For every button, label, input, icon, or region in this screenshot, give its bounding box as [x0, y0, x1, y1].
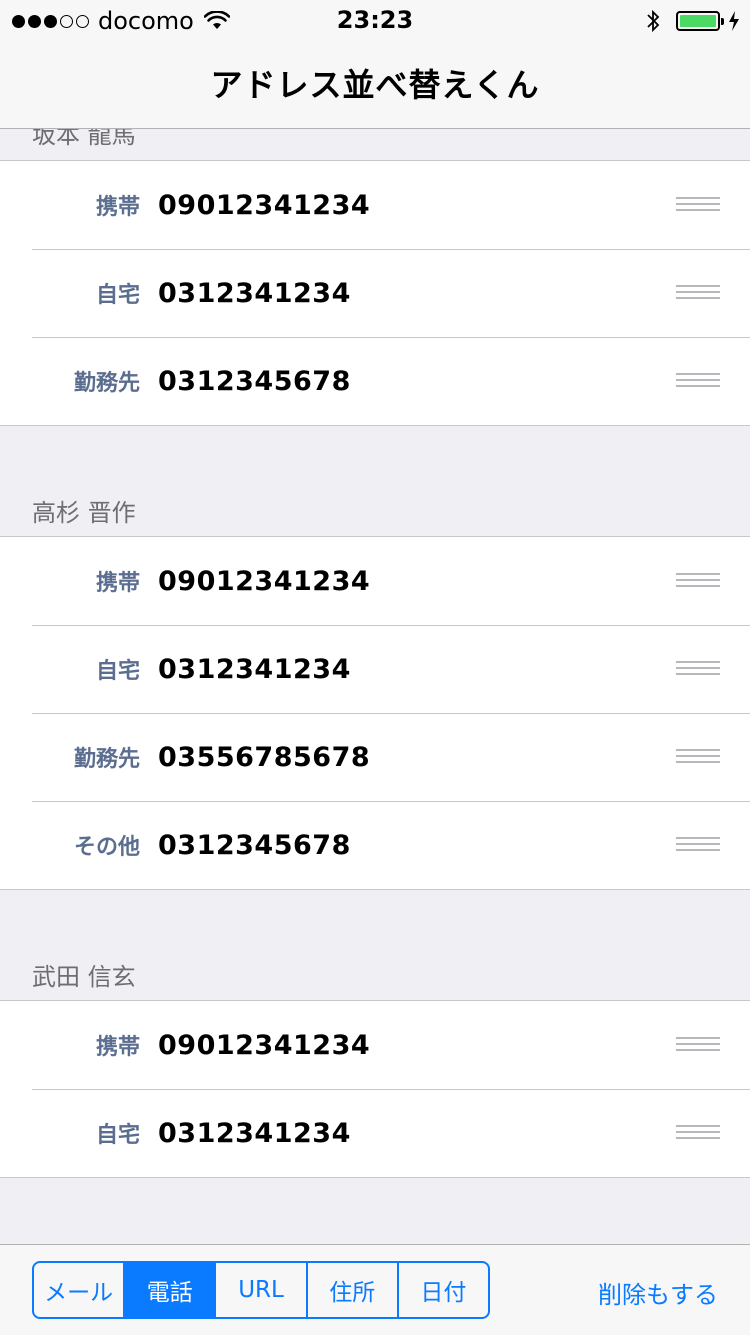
- phone-row[interactable]: 勤務先 0312345678: [0, 337, 750, 425]
- phone-label: 携帯: [95, 1035, 140, 1060]
- section-header: 坂本 龍馬: [32, 129, 136, 149]
- phone-row[interactable]: 携帯 09012341234: [0, 1001, 750, 1089]
- segment-phone[interactable]: 電話: [123, 1263, 215, 1317]
- battery-icon: [676, 11, 724, 31]
- phone-label: 勤務先: [73, 371, 140, 396]
- section-header: 高杉 晋作: [32, 499, 136, 527]
- phone-label: 自宅: [95, 283, 140, 308]
- segment-url[interactable]: URL: [214, 1263, 305, 1317]
- phone-label: 携帯: [95, 195, 140, 220]
- reorder-handle-icon[interactable]: [676, 1125, 720, 1141]
- phone-number: 03556785678: [158, 741, 371, 773]
- status-time: 23:23: [336, 6, 414, 34]
- reorder-handle-icon[interactable]: [676, 373, 720, 389]
- type-segmented-control: メール 電話 URL 住所 日付: [32, 1261, 490, 1319]
- phone-label: 自宅: [95, 1123, 140, 1148]
- phone-row[interactable]: 携帯 09012341234: [0, 161, 750, 249]
- phone-label: 自宅: [95, 659, 140, 684]
- battery-cap: [721, 18, 724, 25]
- reorder-handle-icon[interactable]: [676, 573, 720, 589]
- bottom-toolbar: メール 電話 URL 住所 日付 削除もする: [0, 1244, 750, 1335]
- phone-label: 勤務先: [73, 747, 140, 772]
- charging-bolt-icon: [729, 11, 739, 31]
- page-title: アドレス並べ替えくん: [210, 66, 540, 104]
- phone-row[interactable]: 携帯 09012341234: [0, 537, 750, 625]
- section-header: 武田 信玄: [32, 963, 136, 991]
- phone-label: その他: [73, 835, 140, 860]
- reorder-handle-icon[interactable]: [676, 837, 720, 853]
- reorder-handle-icon[interactable]: [676, 1037, 720, 1053]
- battery-fill: [680, 15, 716, 27]
- segment-address[interactable]: 住所: [305, 1263, 397, 1317]
- phone-row[interactable]: 自宅 0312341234: [0, 1089, 750, 1177]
- phone-number: 0312341234: [158, 277, 351, 309]
- delete-also-button[interactable]: 削除もする: [598, 1275, 718, 1310]
- phone-row[interactable]: 勤務先 03556785678: [0, 713, 750, 801]
- phone-number: 09012341234: [158, 189, 371, 221]
- reorder-handle-icon[interactable]: [676, 661, 720, 677]
- phone-group: 携帯 09012341234 自宅 0312341234 勤務先 0355678…: [0, 536, 750, 890]
- segment-date[interactable]: 日付: [396, 1263, 488, 1317]
- phone-group: 携帯 09012341234 自宅 0312341234 勤務先 0312345…: [0, 160, 750, 426]
- phone-row[interactable]: その他 0312345678: [0, 801, 750, 889]
- segment-mail[interactable]: メール: [34, 1263, 123, 1317]
- reorder-handle-icon[interactable]: [676, 197, 720, 213]
- reorder-handle-icon[interactable]: [676, 285, 720, 301]
- phone-label: 携帯: [95, 571, 140, 596]
- phone-number: 09012341234: [158, 565, 371, 597]
- phone-number: 0312345678: [158, 829, 351, 861]
- navigation-bar: アドレス並べ替えくん: [0, 40, 750, 129]
- status-right: [646, 7, 740, 35]
- reorder-handle-icon[interactable]: [676, 749, 720, 765]
- phone-number: 0312345678: [158, 365, 351, 397]
- phone-number: 0312341234: [158, 1117, 351, 1149]
- contact-list[interactable]: 坂本 龍馬 携帯 09012341234 自宅 0312341234 勤務先 0…: [0, 129, 750, 1244]
- status-bar: docomo 23:23: [0, 0, 750, 40]
- bluetooth-icon: [647, 9, 660, 33]
- phone-number: 0312341234: [158, 653, 351, 685]
- phone-number: 09012341234: [158, 1029, 371, 1061]
- phone-row[interactable]: 自宅 0312341234: [0, 249, 750, 337]
- phone-group: 携帯 09012341234 自宅 0312341234: [0, 1000, 750, 1178]
- phone-row[interactable]: 自宅 0312341234: [0, 625, 750, 713]
